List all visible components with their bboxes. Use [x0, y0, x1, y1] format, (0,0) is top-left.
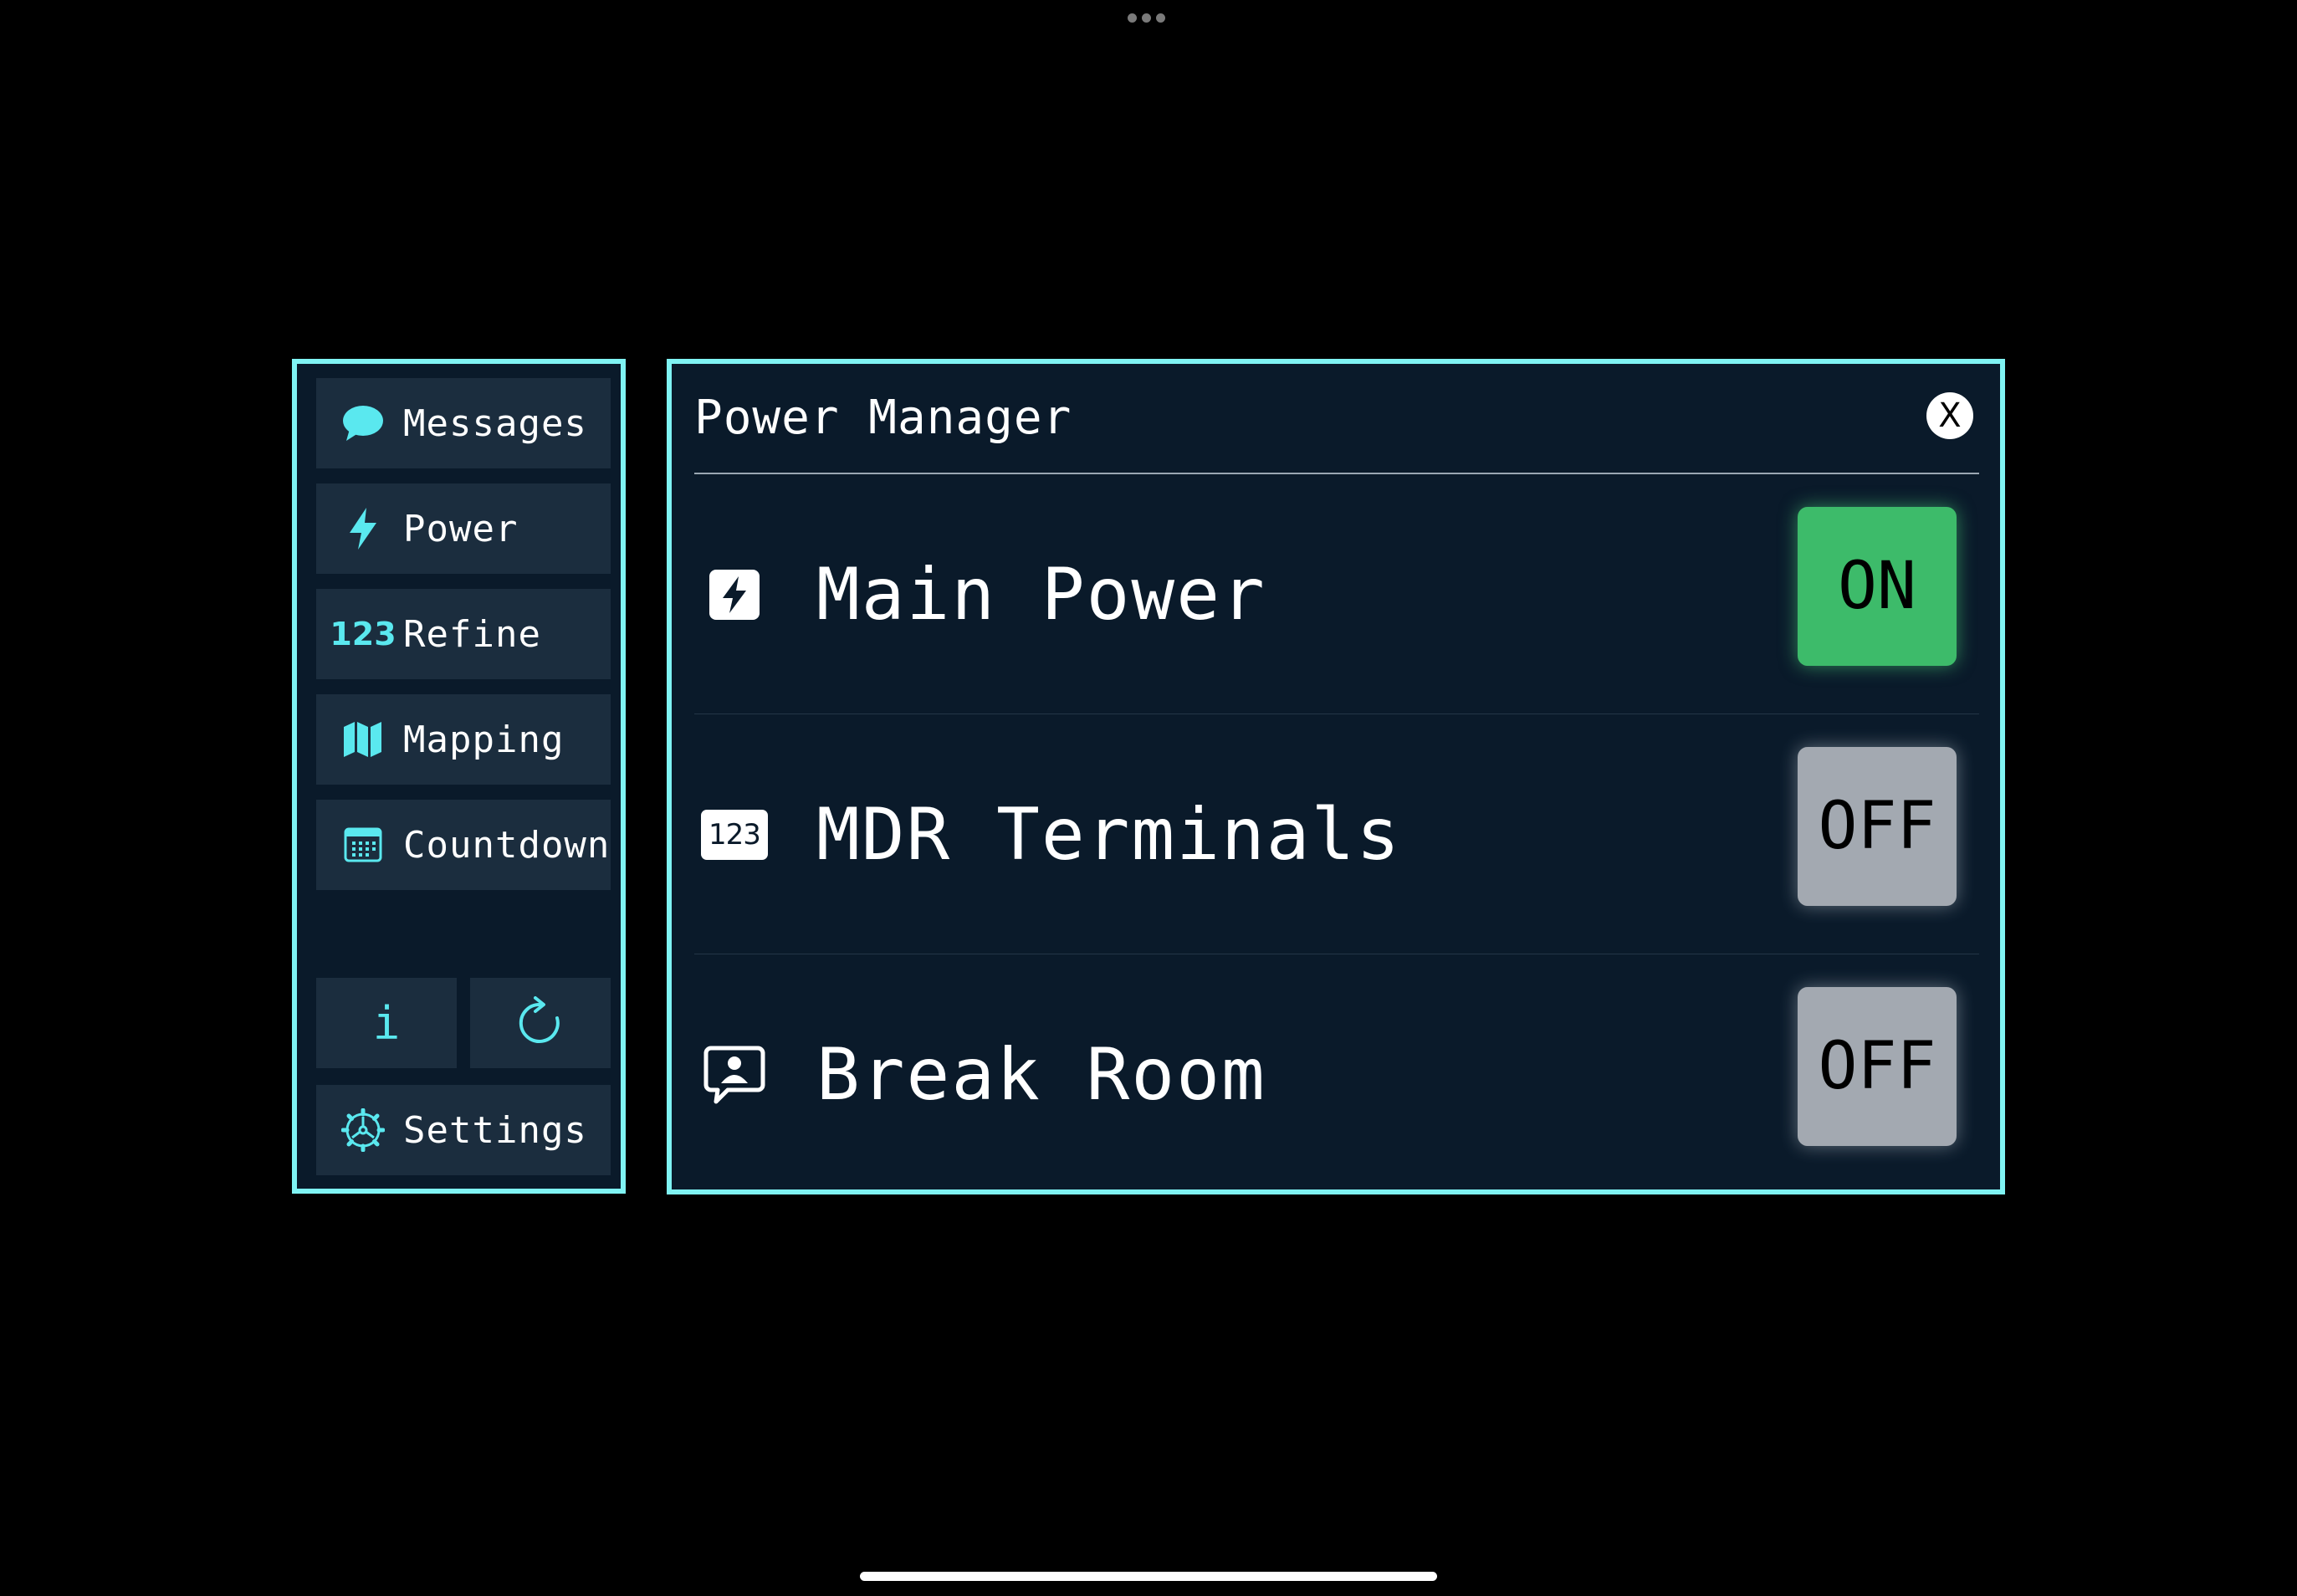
sidebar-item-messages[interactable]: Messages — [316, 378, 611, 468]
sidebar-item-countdown[interactable]: Countdown — [316, 800, 611, 890]
sidebar-item-label: Power — [403, 507, 519, 550]
row-label: Main Power — [816, 553, 1266, 637]
power-row-mdr-terminals: 123 MDR Terminals OFF — [694, 715, 1979, 954]
dot — [1142, 13, 1151, 23]
mdr-terminals-toggle[interactable]: OFF — [1798, 747, 1957, 906]
sidebar-item-label: Countdown — [403, 823, 611, 867]
map-icon — [336, 720, 390, 759]
sidebar-item-mapping[interactable]: Mapping — [316, 694, 611, 785]
bolt-icon — [336, 506, 390, 551]
home-indicator[interactable] — [860, 1572, 1437, 1581]
sidebar-item-refine[interactable]: 123 Refine — [316, 589, 611, 679]
dot — [1128, 13, 1137, 23]
info-icon: i — [372, 996, 401, 1050]
main-power-toggle[interactable]: ON — [1798, 507, 1957, 666]
close-button[interactable]: X — [1926, 392, 1973, 439]
sidebar: Messages Power 123 Refine Mapping Countd… — [292, 359, 626, 1194]
power-manager-panel: Power Manager X Main Power ON 123 MDR Te… — [667, 359, 2005, 1194]
person-bubble-icon — [694, 955, 775, 1194]
sidebar-item-power[interactable]: Power — [316, 483, 611, 574]
sidebar-item-label: Messages — [403, 402, 587, 445]
numbers-square-icon: 123 — [694, 715, 775, 954]
refresh-icon — [517, 996, 564, 1050]
power-row-main-power: Main Power ON — [694, 475, 1979, 714]
calendar-icon — [336, 827, 390, 862]
window-menu-dots[interactable] — [1128, 13, 1168, 23]
row-label: Break Room — [816, 1033, 1266, 1117]
numbers-icon-text: 123 — [709, 818, 761, 852]
numbers-icon: 123 — [330, 616, 396, 652]
dot — [1156, 13, 1165, 23]
panel-title: Power Manager — [694, 391, 1072, 445]
settings-button[interactable]: Settings — [316, 1085, 611, 1175]
speech-bubble-icon — [336, 404, 390, 442]
settings-label: Settings — [403, 1108, 587, 1152]
row-label: MDR Terminals — [816, 793, 1402, 877]
title-divider — [694, 473, 1979, 474]
gear-icon — [336, 1108, 390, 1152]
info-button[interactable]: i — [316, 978, 457, 1068]
power-row-break-room: Break Room OFF — [694, 955, 1979, 1194]
break-room-toggle[interactable]: OFF — [1798, 987, 1957, 1146]
sidebar-item-label: Mapping — [403, 718, 565, 761]
close-icon: X — [1938, 396, 1962, 435]
refresh-button[interactable] — [470, 978, 611, 1068]
sidebar-item-label: Refine — [403, 612, 541, 656]
bolt-square-icon — [694, 475, 775, 714]
